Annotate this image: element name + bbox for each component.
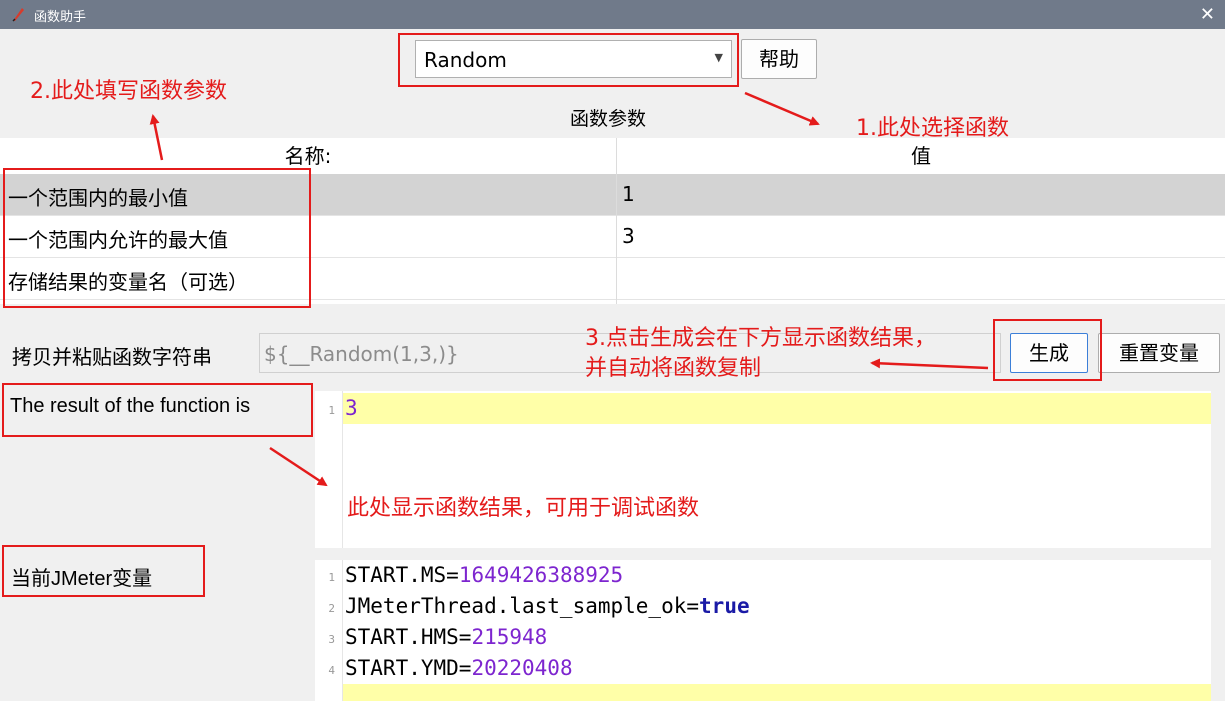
variable-entry: START.HMS=215948 [345,625,548,649]
annotation-box-result [2,383,313,437]
line-number: 3 [328,633,335,646]
reset-variables-button[interactable]: 重置变量 [1098,333,1220,373]
column-header-value[interactable]: 值 [617,138,1225,174]
variable-value: true [699,594,750,618]
result-editor[interactable]: 1 3 [315,391,1211,548]
annotation-step3-line2: 并自动将函数复制 [585,356,762,381]
line-number: 4 [328,664,335,677]
variable-value: 1649426388925 [458,563,624,587]
variable-value: 215948 [471,625,548,649]
annotation-step3-line1: 3.点击生成会在下方显示函数结果， [585,326,936,351]
variable-value: 20220408 [471,656,573,680]
line-number: 1 [328,404,335,417]
variables-editor[interactable]: 1 START.MS=1649426388925 2 JMeterThread.… [315,560,1211,701]
feather-icon [12,8,24,22]
title-bar: 函数助手 ✕ [0,0,1225,29]
variable-key: START.HMS [345,625,459,649]
variable-entry: JMeterThread.last_sample_ok=true [345,594,750,618]
code-line: 1 START.MS=1649426388925 [328,560,1211,591]
line-number: 2 [328,602,335,615]
copy-label: 拷贝并粘贴函数字符串 [12,345,212,369]
close-icon[interactable]: ✕ [1200,4,1215,25]
param-value[interactable]: 3 [622,224,635,248]
variable-key: START.YMD [345,656,459,680]
variable-key: START.MS [345,563,447,587]
window-title: 函数助手 [34,10,87,25]
code-line: 2 JMeterThread.last_sample_ok=true [328,591,1211,622]
annotation-step2: 2.此处填写函数参数 [30,79,227,104]
column-divider [616,138,617,304]
annotation-box-params [3,168,311,308]
annotation-result-note: 此处显示函数结果，可用于调试函数 [347,496,700,521]
code-line-current [343,684,1211,701]
code-line: 4 START.YMD=20220408 [328,653,1211,684]
param-value[interactable]: 1 [622,182,635,206]
arrow-to-select [744,91,820,126]
annotation-box-generate [993,319,1102,381]
line-number: 1 [328,571,335,584]
annotation-box-variables [2,545,205,597]
help-button[interactable]: 帮助 [741,39,817,79]
annotation-box-select [398,33,739,87]
variable-entry: START.MS=1649426388925 [345,563,624,587]
variable-key: JMeterThread.last_sample_ok [345,594,687,618]
code-line: 3 START.HMS=215948 [328,622,1211,653]
variable-entry: START.YMD=20220408 [345,656,573,680]
result-value: 3 [345,396,358,420]
annotation-step1: 1.此处选择函数 [856,116,1009,141]
params-title: 函数参数 [570,108,647,130]
code-line: 1 3 [328,393,1211,424]
